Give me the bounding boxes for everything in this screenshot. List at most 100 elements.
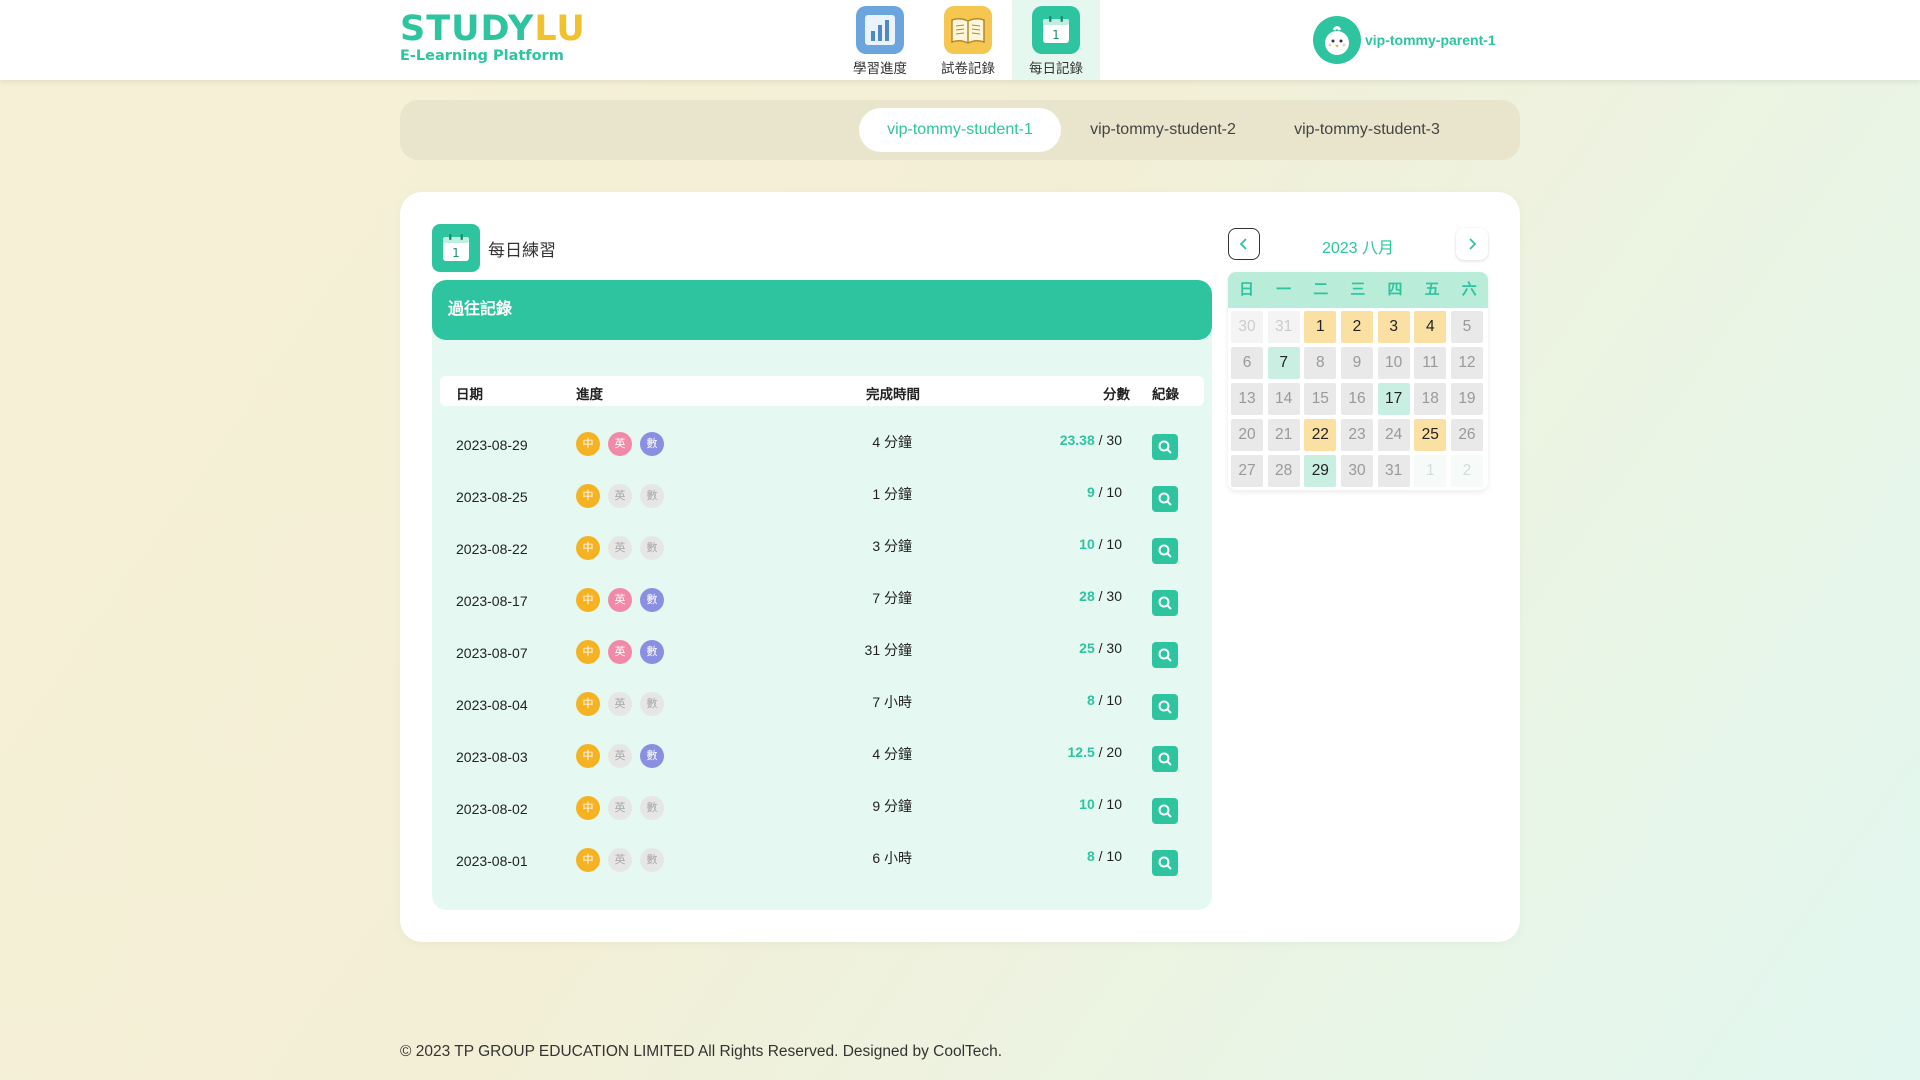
score-value: 12.5 [1067, 744, 1095, 760]
subject-english-badge: 英 [608, 536, 632, 560]
view-record-button[interactable] [1152, 798, 1178, 824]
calendar-day[interactable]: 2 [1340, 311, 1373, 343]
calendar-day[interactable]: 21 [1267, 419, 1300, 451]
row-date: 2023-08-01 [456, 853, 528, 869]
nav-label: 試卷記錄 [941, 61, 995, 76]
calendar-day[interactable]: 30 [1340, 455, 1373, 487]
studylu-logo[interactable]: STUDYLU E-Learning Platform [400, 12, 586, 65]
records-header: 過往記錄 [432, 280, 1212, 340]
subject-math-badge: 數 [640, 640, 664, 664]
calendar-day[interactable]: 15 [1304, 383, 1337, 415]
calendar-day[interactable]: 1 [1304, 311, 1337, 343]
student-tabs: vip-tommy-student-1 vip-tommy-student-2 … [400, 100, 1520, 160]
calendar-day[interactable]: 13 [1231, 383, 1263, 415]
calendar-day[interactable]: 31 [1377, 455, 1410, 487]
calendar-day[interactable]: 27 [1231, 455, 1263, 487]
score-value: 28 [1079, 588, 1095, 604]
score-total: / 20 [1094, 744, 1122, 760]
table-row: 2023-08-29 中英數 4 分鐘 23.38 / 30 [432, 418, 1212, 470]
subject-math-badge: 數 [640, 588, 664, 612]
calendar-day[interactable]: 12 [1450, 347, 1483, 379]
calendar-day[interactable]: 26 [1450, 419, 1483, 451]
records-panel: 過往記錄 日期 進度 完成時間 分數 紀錄 2023-08-29 中英數 4 分鐘 2… [432, 280, 1212, 910]
calendar-days: 30 31 1 2 3 4 5 6 7 8 9 10 11 12 13 14 15 16 17 18 19 20 21 22 2… [1228, 308, 1488, 490]
score-value: 9 [1086, 484, 1095, 500]
calendar-day[interactable]: 4 [1414, 311, 1447, 343]
calendar-day[interactable]: 2 [1450, 455, 1483, 487]
calendar-day[interactable]: 11 [1414, 347, 1447, 379]
view-record-button[interactable] [1152, 486, 1178, 512]
col-date: 日期 [456, 387, 483, 402]
tab-student-2[interactable]: vip-tommy-student-2 [1062, 108, 1264, 152]
row-score: 10 / 10 [992, 536, 1122, 552]
section-header: 1 每日練習 [432, 224, 556, 272]
weekday-label: 五 [1424, 281, 1440, 298]
row-time: 6 小時 [872, 850, 912, 866]
calendar-day[interactable]: 5 [1450, 311, 1483, 343]
weekday-label: 一 [1276, 281, 1292, 298]
row-time: 4 分鐘 [872, 434, 912, 450]
view-record-button[interactable] [1152, 694, 1178, 720]
row-date: 2023-08-25 [456, 489, 528, 505]
subject-english-badge: 英 [608, 744, 632, 768]
avatar [1313, 16, 1361, 64]
calendar-day[interactable]: 10 [1377, 347, 1410, 379]
row-time: 3 分鐘 [872, 538, 912, 554]
calendar-day[interactable]: 18 [1414, 383, 1447, 415]
user-menu[interactable]: vip-tommy-parent-1 [1313, 16, 1496, 64]
tab-student-3[interactable]: vip-tommy-student-3 [1266, 108, 1468, 152]
subject-chinese-badge: 中 [576, 744, 600, 768]
search-icon [1158, 856, 1172, 870]
calendar-month-title: 2023 八月 [1321, 240, 1395, 257]
prev-month-button[interactable] [1228, 228, 1260, 260]
calendar-day[interactable]: 3 [1377, 311, 1410, 343]
nav-label: 每日記錄 [1029, 61, 1083, 76]
calendar-day[interactable]: 23 [1340, 419, 1373, 451]
calendar-day[interactable]: 29 [1304, 455, 1337, 487]
subject-english-badge: 英 [608, 692, 632, 716]
nav-learning-progress[interactable]: 學習進度 [836, 0, 924, 80]
row-date: 2023-08-07 [456, 645, 528, 661]
nav-exam-records[interactable]: 試卷記錄 [924, 0, 1012, 80]
score-value: 10 [1079, 536, 1095, 552]
calendar-day[interactable]: 24 [1377, 419, 1410, 451]
row-time: 7 小時 [872, 694, 912, 710]
calendar-day[interactable]: 30 [1231, 311, 1263, 343]
subject-chinese-badge: 中 [576, 536, 600, 560]
calendar-day[interactable]: 31 [1267, 311, 1300, 343]
view-record-button[interactable] [1152, 434, 1178, 460]
view-record-button[interactable] [1152, 642, 1178, 668]
calendar-day[interactable]: 20 [1231, 419, 1263, 451]
calendar-day[interactable]: 14 [1267, 383, 1300, 415]
calendar-day[interactable]: 28 [1267, 455, 1300, 487]
subject-chinese-badge: 中 [576, 588, 600, 612]
view-record-button[interactable] [1152, 538, 1178, 564]
calendar-day[interactable]: 9 [1340, 347, 1373, 379]
row-score: 25 / 30 [992, 640, 1122, 656]
subject-math-badge: 數 [640, 536, 664, 560]
view-record-button[interactable] [1152, 850, 1178, 876]
calendar-day[interactable]: 1 [1414, 455, 1447, 487]
calendar-day[interactable]: 16 [1340, 383, 1373, 415]
score-total: / 10 [1094, 484, 1122, 500]
col-time: 完成時間 [866, 387, 920, 402]
row-date: 2023-08-02 [456, 801, 528, 817]
view-record-button[interactable] [1152, 746, 1178, 772]
next-month-button[interactable] [1456, 228, 1488, 260]
row-time: 1 分鐘 [872, 486, 912, 502]
score-value: 8 [1086, 692, 1095, 708]
row-time: 9 分鐘 [872, 798, 912, 814]
calendar-day[interactable]: 22 [1304, 419, 1337, 451]
calendar-day[interactable]: 17 [1377, 383, 1410, 415]
calendar-day[interactable]: 25 [1414, 419, 1447, 451]
row-date: 2023-08-04 [456, 697, 528, 713]
tab-student-1[interactable]: vip-tommy-student-1 [859, 108, 1061, 152]
view-record-button[interactable] [1152, 590, 1178, 616]
calendar-day[interactable]: 8 [1304, 347, 1337, 379]
section-title: 每日練習 [488, 240, 556, 260]
subject-chinese-badge: 中 [576, 640, 600, 664]
calendar-day[interactable]: 7 [1267, 347, 1300, 379]
calendar-day[interactable]: 6 [1231, 347, 1263, 379]
calendar-day[interactable]: 19 [1450, 383, 1483, 415]
nav-daily-records[interactable]: 1 每日記錄 [1012, 0, 1100, 80]
